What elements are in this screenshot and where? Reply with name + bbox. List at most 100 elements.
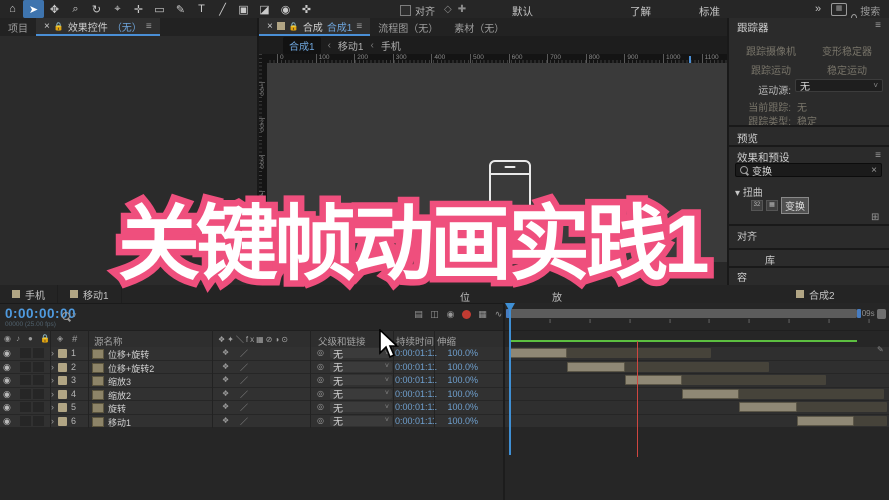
align-checkbox[interactable] (400, 5, 411, 16)
visibility-toggle[interactable]: ◉ (3, 362, 11, 373)
solo-toggle[interactable] (33, 348, 44, 358)
pickwhip-icon[interactable]: ◎ (317, 348, 324, 357)
panel-menu-icon[interactable]: ≡ (875, 20, 881, 31)
visibility-toggle[interactable]: ◉ (3, 348, 11, 359)
toolbar-tool-icon[interactable]: ✛ (128, 0, 149, 18)
quality-slash-icon[interactable]: ／ (240, 389, 248, 400)
quality-switch-icon[interactable]: ❖ (222, 348, 229, 357)
tab-footage[interactable]: 素材（无） (446, 18, 512, 36)
toolbar-tool-icon[interactable]: ▣ (233, 0, 254, 18)
close-icon[interactable]: × (267, 21, 273, 32)
timeline-toggle-icon[interactable]: ◫ (430, 309, 439, 320)
quality-switch-icon[interactable]: ❖ (222, 416, 229, 425)
timeline-search-input[interactable]: ˅ (62, 311, 77, 320)
layer-color-chip[interactable] (58, 349, 67, 358)
timeline-toggle-icon[interactable]: ● (462, 310, 471, 319)
layer-color-chip[interactable] (58, 403, 67, 412)
work-area-bar[interactable] (510, 309, 858, 318)
layer-name[interactable]: 移动1 (108, 416, 131, 429)
toolbar-tool-icon[interactable]: ✥ (44, 0, 65, 18)
toolbar-tool-icon[interactable]: ◉ (275, 0, 296, 18)
layer-row[interactable]: ◉ › 3 缩放3 ❖ ／ ◎ 无 ˅ 0:00:01:11 100.0% (0, 374, 505, 388)
visibility-toggle[interactable]: ◉ (3, 389, 11, 400)
pickwhip-icon[interactable]: ◎ (317, 416, 324, 425)
toolbar-tool-icon[interactable]: ➤ (23, 0, 44, 18)
expand-arrow-icon[interactable]: › (51, 348, 54, 358)
expand-arrow-icon[interactable]: › (51, 416, 54, 426)
timeline-tab-comp2[interactable]: 合成2 (796, 285, 835, 303)
expand-arrow-icon[interactable]: › (51, 362, 54, 372)
track-camera-button[interactable]: 跟踪摄像机 (735, 43, 807, 58)
new-preset-icon[interactable]: ⊞ (871, 212, 879, 223)
toolbar-tool-icon[interactable]: ↻ (86, 0, 107, 18)
solo-toggle[interactable] (33, 415, 44, 426)
quality-switch-icon[interactable]: ❖ (222, 402, 229, 411)
quality-switch-icon[interactable]: ❖ (222, 389, 229, 398)
lock-column-icon[interactable]: 🔒 (40, 334, 50, 343)
parent-dropdown[interactable]: 无 ˅ (330, 375, 392, 388)
composition-viewport[interactable] (267, 63, 727, 262)
work-area-end-handle[interactable] (857, 309, 862, 318)
pickwhip-icon[interactable]: ◎ (317, 389, 324, 398)
audio-column-icon[interactable]: ♪ (16, 334, 20, 343)
motion-source-dropdown[interactable]: 无 ˅ (795, 79, 883, 93)
content-panel-title[interactable]: 容 (737, 269, 747, 284)
workspace-icon[interactable]: ▦ (831, 3, 847, 16)
expand-arrow-icon[interactable]: › (51, 389, 54, 399)
stabilize-motion-button[interactable]: 稳定运动 (811, 62, 883, 77)
playhead-line[interactable] (509, 308, 511, 455)
quality-switch-icon[interactable]: ❖ (222, 362, 229, 371)
layer-row[interactable]: ◉ › 2 位移+旋转2 ❖ ／ ◎ 无 ˅ 0:00:01:11 100.0% (0, 360, 505, 374)
workspace-learn[interactable]: 了解 (630, 4, 651, 19)
toolbar-tool-icon[interactable]: ✜ (296, 0, 317, 18)
breadcrumb-mid[interactable]: 移动1 (338, 38, 364, 53)
timeline-toggle-icon[interactable]: ◉ (446, 309, 455, 320)
toolbar-tool-icon[interactable]: ⌕ (65, 0, 86, 18)
layer-row[interactable]: ◉ › 1 位移+旋转 ❖ ／ ◎ 无 ˅ 0:00:01:11 100.0% (0, 347, 505, 361)
libraries-panel-title[interactable]: 库 (765, 252, 775, 267)
solo-toggle[interactable] (33, 375, 44, 385)
timeline-tab-hidden[interactable]: 位 (460, 289, 470, 304)
layer-color-chip[interactable] (58, 362, 67, 372)
layer-name[interactable]: 缩放2 (108, 389, 131, 402)
timeline-tab[interactable]: 手机 (0, 285, 58, 303)
workspace-default[interactable]: 默认 (512, 4, 533, 19)
tab-flowchart[interactable]: 流程图（无） (370, 18, 446, 36)
grid-options-icon[interactable]: ▣ (564, 268, 573, 279)
layer-color-chip[interactable] (58, 389, 67, 399)
workspace-overflow-icon[interactable]: » (815, 3, 821, 15)
clear-search-icon[interactable]: × (871, 165, 877, 176)
expand-arrow-icon[interactable]: › (51, 375, 54, 385)
layer-active-segment[interactable] (567, 361, 625, 372)
layer-name[interactable]: 旋转 (108, 402, 126, 415)
breadcrumb-root[interactable]: 合成1 (283, 36, 321, 54)
preview-panel-title[interactable]: 预览 (737, 131, 758, 146)
lock-icon[interactable]: 🔒 (289, 22, 299, 31)
layer-row[interactable]: ◉ › 4 缩放2 ❖ ／ ◎ 无 ˅ 0:00:01:11 100.0% (0, 387, 505, 402)
layer-row[interactable]: ◉ › 5 旋转 ❖ ／ ◎ 无 ˅ 0:00:01:11 100.0% (0, 401, 505, 415)
layer-row[interactable]: ◉ › 6 移动1 ❖ ／ ◎ 无 ˅ 0:00:01:11 100.0% (0, 414, 505, 429)
pickwhip-icon[interactable]: ◎ (317, 362, 324, 371)
duration-column-header[interactable]: 持续时间 (396, 334, 434, 348)
toolbar-tool-icon[interactable]: ▭ (149, 0, 170, 18)
quality-slash-icon[interactable]: ／ (240, 348, 248, 359)
switches-column-icons[interactable]: ❖✦＼fx▦⊘◑⊙ (218, 334, 290, 345)
timeline-toggle-icon[interactable]: ▦ (478, 309, 487, 320)
source-name-column-header[interactable]: 源名称 (94, 334, 123, 348)
layer-active-segment[interactable] (624, 375, 682, 385)
horizontal-ruler[interactable]: 0100200300400500600700800900100011001200 (267, 54, 758, 63)
toolbar-tool-icon[interactable]: ◪ (254, 0, 275, 18)
comp-marker-bin[interactable] (877, 309, 886, 319)
quality-switch-icon[interactable]: ❖ (222, 375, 229, 384)
layer-color-chip[interactable] (58, 416, 67, 426)
vertical-ruler[interactable]: 100 200 300 400 500 (259, 54, 267, 262)
toolbar-extra-icon[interactable]: ✚ (458, 4, 466, 15)
close-icon[interactable]: × (44, 21, 50, 32)
audio-toggle[interactable] (20, 388, 31, 399)
visibility-toggle[interactable]: ◉ (3, 402, 11, 413)
number-column-header[interactable]: # (72, 334, 77, 345)
effect-transform-item[interactable]: 变换 (781, 197, 809, 214)
align-toggle[interactable]: 对齐 (400, 3, 435, 18)
edit-icon[interactable]: ✎ (877, 345, 884, 354)
timeline-tab-hidden[interactable]: 放 (552, 289, 562, 304)
